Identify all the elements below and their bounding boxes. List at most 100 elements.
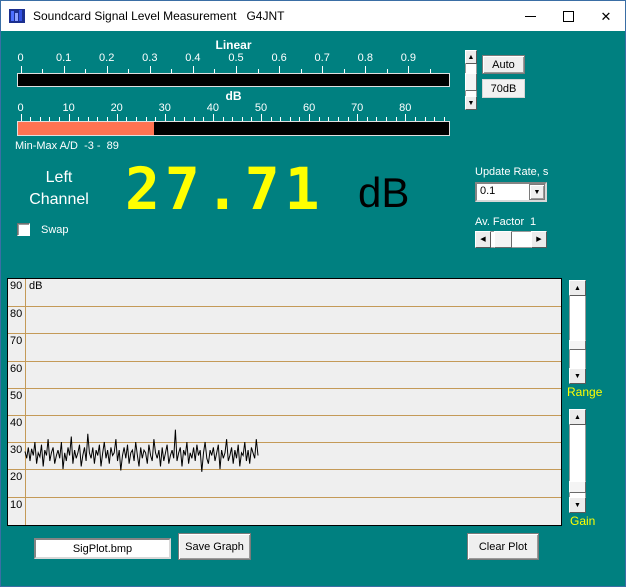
- gain-up-button[interactable]: ▲: [569, 409, 586, 425]
- major-tick: [279, 66, 280, 73]
- db-level-fill: [18, 122, 154, 135]
- major-tick: [117, 114, 118, 121]
- major-tick: [365, 66, 366, 73]
- channel-line2: Channel: [13, 189, 105, 211]
- update-rate-label: Update Rate, s: [475, 166, 548, 178]
- scale-tick-label: 0.7: [315, 52, 330, 64]
- scale-tick-label: 0.2: [99, 52, 114, 64]
- major-tick: [213, 114, 214, 121]
- window-title: Soundcard Signal Level Measurement G4JNT: [33, 9, 284, 23]
- up-arrow-icon: ▲: [468, 54, 475, 61]
- linear-meter-title: Linear: [17, 38, 450, 52]
- db-readout-unit: dB: [358, 169, 409, 217]
- down-arrow-icon: ▼: [574, 373, 581, 380]
- plot-y-tick-label: 20: [10, 471, 23, 483]
- linear-scale-ticks: [17, 65, 450, 73]
- dropdown-arrow-icon: ▼: [534, 189, 541, 196]
- av-factor-right-button[interactable]: ▶: [531, 231, 547, 248]
- down-arrow-icon: ▼: [468, 100, 475, 107]
- 70db-button[interactable]: 70dB: [482, 79, 525, 98]
- major-tick: [69, 114, 70, 121]
- major-tick: [21, 114, 22, 121]
- title-bar: Soundcard Signal Level Measurement G4JNT…: [1, 1, 625, 31]
- gain-label: Gain: [570, 514, 595, 528]
- linear-scale-labels: 0 0.1 0.2 0.3 0.4 0.5 0.6 0.7 0.8 0.9: [17, 52, 450, 64]
- app-icon: [9, 8, 25, 24]
- range-label: Range: [567, 385, 602, 399]
- close-icon: ✕: [601, 10, 612, 23]
- swap-checkbox[interactable]: [17, 223, 30, 236]
- major-tick: [193, 66, 194, 73]
- plot-y-tick-label: 30: [10, 444, 23, 456]
- db-level-meter: [17, 121, 450, 136]
- level-range-up-button[interactable]: ▲: [465, 50, 477, 64]
- av-factor-value: 1: [530, 216, 536, 228]
- range-scrollbar[interactable]: ▲ ▼: [569, 280, 586, 384]
- up-arrow-icon: ▲: [574, 285, 581, 292]
- maximize-button[interactable]: [549, 1, 587, 31]
- av-factor-left-button[interactable]: ◀: [475, 231, 491, 248]
- signal-plot-area: dB 908070605040302010: [8, 279, 561, 525]
- auto-button[interactable]: Auto: [482, 55, 525, 74]
- major-tick: [405, 114, 406, 121]
- scale-tick-label: 0.3: [142, 52, 157, 64]
- av-factor-scrollbar[interactable]: ◀ ▶: [475, 231, 547, 248]
- left-arrow-icon: ◀: [480, 236, 485, 243]
- save-graph-button[interactable]: Save Graph: [178, 533, 251, 560]
- down-arrow-icon: ▼: [574, 502, 581, 509]
- major-tick: [309, 114, 310, 121]
- db-readout-value: 27.71: [125, 155, 325, 223]
- swap-checkbox-label: Swap: [41, 224, 69, 236]
- gain-scrollbar[interactable]: ▲ ▼: [569, 409, 586, 513]
- update-rate-dropdown-button[interactable]: ▼: [529, 184, 545, 200]
- level-range-thumb[interactable]: [465, 73, 477, 91]
- major-tick: [322, 66, 323, 73]
- scale-tick-label: 0.9: [401, 52, 416, 64]
- level-range-scrollbar[interactable]: ▲ ▼: [465, 50, 477, 110]
- plot-y-tick-label: 50: [10, 390, 23, 402]
- linear-level-meter: [17, 73, 450, 87]
- update-rate-combobox[interactable]: 0.1 ▼: [475, 182, 547, 202]
- minimize-button[interactable]: [511, 1, 549, 31]
- clear-plot-button[interactable]: Clear Plot: [467, 533, 539, 560]
- major-tick: [150, 66, 151, 73]
- channel-line1: Left: [13, 167, 105, 189]
- up-arrow-icon: ▲: [574, 414, 581, 421]
- filename-input[interactable]: [34, 538, 171, 559]
- level-range-down-button[interactable]: ▼: [465, 96, 477, 110]
- gain-down-button[interactable]: ▼: [569, 497, 586, 513]
- gain-thumb[interactable]: [569, 481, 586, 493]
- plot-y-tick-label: 70: [10, 335, 23, 347]
- signal-trace: [8, 279, 561, 525]
- plot-y-tick-label: 40: [10, 417, 23, 429]
- av-factor-label: Av. Factor: [475, 216, 524, 228]
- scale-tick-label: 0.6: [271, 52, 286, 64]
- range-up-button[interactable]: ▲: [569, 280, 586, 296]
- db-meter-title: dB: [17, 89, 450, 103]
- major-tick: [236, 66, 237, 73]
- scale-tick-label: 0.5: [228, 52, 243, 64]
- scale-tick-label: 0.8: [358, 52, 373, 64]
- av-factor-thumb[interactable]: [494, 231, 512, 248]
- scale-tick-label: 0.1: [56, 52, 71, 64]
- scale-tick-label: 0: [17, 52, 23, 64]
- update-rate-value: 0.1: [480, 185, 495, 197]
- range-thumb[interactable]: [569, 340, 586, 350]
- close-button[interactable]: ✕: [587, 1, 625, 31]
- major-tick: [165, 114, 166, 121]
- db-scale-ticks: [17, 113, 450, 121]
- scale-tick-label: 0.4: [185, 52, 200, 64]
- plot-unit-label: dB: [29, 280, 42, 292]
- app-window: Soundcard Signal Level Measurement G4JNT…: [0, 0, 626, 587]
- range-down-button[interactable]: ▼: [569, 368, 586, 384]
- plot-y-tick-label: 60: [10, 363, 23, 375]
- major-tick: [408, 66, 409, 73]
- plot-y-tick-label: 10: [10, 499, 23, 511]
- right-arrow-icon: ▶: [536, 236, 541, 243]
- maximize-icon: [563, 11, 574, 22]
- major-tick: [357, 114, 358, 121]
- major-tick: [21, 66, 22, 73]
- signal-plot-panel: dB 908070605040302010: [7, 278, 562, 526]
- minimize-icon: [525, 16, 536, 17]
- major-tick: [261, 114, 262, 121]
